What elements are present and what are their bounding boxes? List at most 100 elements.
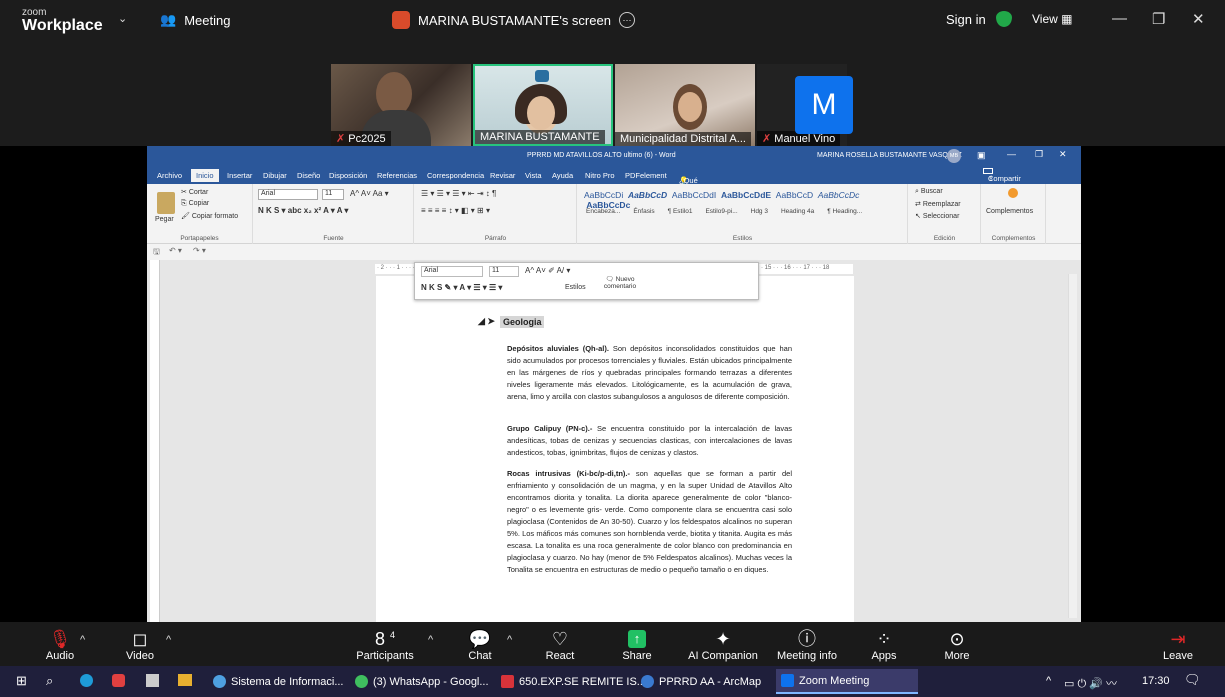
tab-diseno[interactable]: Diseño: [297, 171, 320, 180]
undo-icon[interactable]: ↶ ▾: [169, 246, 182, 255]
meeting-menu[interactable]: 👥 Meeting: [160, 12, 230, 28]
document-page[interactable]: 1.3.5. ASPECTOS FÍSICOS ◢ ➤ Geologia Dep…: [376, 276, 854, 622]
minimize-icon[interactable]: —: [1112, 10, 1127, 27]
paste-icon[interactable]: [157, 192, 175, 214]
view-button[interactable]: View ▦: [1032, 12, 1072, 26]
participants-button[interactable]: 8 4 Participants: [355, 622, 415, 666]
audio-button[interactable]: 🎙 Audio: [40, 622, 80, 666]
mini-style-icons[interactable]: N K S ✎ ▾ A ▾ ☰ ▾ ☰ ▾: [421, 283, 502, 292]
more-button[interactable]: ⊙ More: [937, 622, 977, 666]
taskbar-item[interactable]: Sistema de Informaci...: [208, 669, 349, 694]
share-screen-button[interactable]: ↑ Share: [617, 622, 657, 666]
font-name-select[interactable]: Arial: [258, 189, 318, 200]
share-word-button[interactable]: ⇪ Compartir: [983, 168, 1021, 183]
taskbar-item[interactable]: PPRRD AA - ArcMap: [636, 669, 766, 694]
participant-tile[interactable]: ✗ Pc2025: [331, 64, 471, 146]
clock[interactable]: 17:30: [1142, 675, 1170, 687]
styles-preview[interactable]: AaBbCcDi AaBbCcD AaBbCcDdI AaBbCcDdE AaB…: [584, 190, 907, 210]
select-button[interactable]: ↖ Seleccionar: [915, 212, 959, 220]
chevron-down-icon[interactable]: ⌄: [118, 12, 127, 25]
video-button[interactable]: ◻ Video: [120, 622, 160, 666]
tray-chevron-icon[interactable]: ^: [1046, 675, 1051, 687]
format-painter-button[interactable]: 🖌 Copiar formato: [181, 212, 238, 220]
align-buttons[interactable]: ≡ ≡ ≡ ≡ ↕ ▾ ◧ ▾ ⊞ ▾: [421, 206, 490, 215]
taskbar-item-active[interactable]: Zoom Meeting: [776, 669, 918, 694]
copy-button[interactable]: ⎘ Copiar: [181, 200, 209, 208]
style-item[interactable]: Encabeza...: [586, 208, 620, 215]
participant-tile[interactable]: Municipalidad Distrital A...: [615, 64, 755, 146]
tab-insertar[interactable]: Insertar: [227, 171, 252, 180]
react-button[interactable]: ♡ React: [540, 622, 580, 666]
audio-options-icon[interactable]: ^: [80, 634, 85, 646]
word-restore-icon[interactable]: ❐: [1035, 149, 1043, 160]
replace-button[interactable]: ⇄ Reemplazar: [915, 200, 961, 208]
style-item[interactable]: Heading 4a: [781, 208, 814, 215]
search-icon[interactable]: ⌕: [46, 673, 53, 689]
folder-icon[interactable]: [178, 674, 192, 686]
font-size-select[interactable]: 11: [322, 189, 344, 200]
vivaldi-icon[interactable]: [112, 674, 125, 687]
security-shield-icon[interactable]: [996, 11, 1012, 27]
ai-companion-button[interactable]: ✦ AI Companion: [683, 622, 763, 666]
redo-icon[interactable]: ↷ ▾: [193, 246, 206, 255]
document-scrollbar[interactable]: [1068, 274, 1077, 618]
mini-font-select[interactable]: Arial: [421, 266, 483, 277]
tab-inicio[interactable]: Inicio: [191, 169, 219, 182]
meeting-label: Meeting: [184, 12, 231, 28]
tab-disposicion[interactable]: Disposición: [329, 171, 367, 180]
word-close-icon[interactable]: ✕: [1059, 149, 1067, 160]
find-button[interactable]: ⌕ Buscar: [915, 188, 943, 196]
floating-format-toolbar[interactable]: Arial 11 A^ A˅ ✐ A/ ▾ N K S ✎ ▾ A ▾ ☰ ▾ …: [414, 262, 759, 300]
meeting-info-button[interactable]: ⓘ Meeting info: [772, 622, 842, 666]
video-options-icon[interactable]: ^: [166, 634, 171, 646]
edge-icon[interactable]: [80, 674, 93, 687]
style-item[interactable]: Estilo9-pi...: [705, 208, 737, 215]
apps-button[interactable]: ⁘ Apps: [864, 622, 904, 666]
paste-button[interactable]: Pegar: [155, 216, 174, 223]
tab-referencias[interactable]: Referencias: [377, 171, 417, 180]
cut-button[interactable]: ✂ Cortar: [181, 188, 208, 196]
sign-in-button[interactable]: Sign in: [946, 12, 986, 27]
notes-icon[interactable]: [146, 674, 159, 687]
screen-share-label[interactable]: MARINA BUSTAMANTE's screen ···: [392, 11, 635, 29]
addins-button[interactable]: Complementos: [986, 208, 1033, 215]
tab-revisar[interactable]: Revisar: [490, 171, 515, 180]
chat-options-icon[interactable]: ^: [507, 634, 512, 646]
mini-comment-button[interactable]: 🗨 Nuevo comentario: [595, 275, 645, 290]
tray-icons[interactable]: ▭ ⏻ 🔊 〰: [1064, 675, 1117, 691]
save-icon[interactable]: 🖫: [153, 246, 160, 260]
taskbar-item[interactable]: (3) WhatsApp - Googl...: [350, 669, 494, 694]
more-options-icon[interactable]: ···: [618, 12, 635, 28]
tab-nitro[interactable]: Nitro Pro: [585, 171, 615, 180]
style-item[interactable]: ¶ Heading...: [827, 208, 862, 215]
leave-button[interactable]: ⇥ Leave: [1158, 622, 1198, 666]
list-buttons[interactable]: ☰ ▾ ☰ ▾ ☰ ▾ ⇤ ⇥ ↕ ¶: [421, 189, 496, 198]
windows-start-icon[interactable]: ⊞: [16, 673, 27, 689]
chat-button[interactable]: 💬 Chat: [460, 622, 500, 666]
shared-screen[interactable]: PPRRD MD ATAVILLOS ALTO ultimo (6) - Wor…: [147, 146, 1081, 622]
mini-size-select[interactable]: 11: [489, 266, 519, 277]
close-icon[interactable]: ✕: [1192, 10, 1205, 28]
user-avatar[interactable]: MB: [947, 149, 961, 163]
participants-options-icon[interactable]: ^: [428, 634, 433, 646]
notifications-icon[interactable]: 🗨: [1184, 672, 1201, 688]
style-item[interactable]: Hdg 3: [751, 208, 768, 215]
active-speaker-tile[interactable]: MARINA BUSTAMANTE: [473, 64, 613, 146]
tab-vista[interactable]: Vista: [525, 171, 542, 180]
mini-format-icons[interactable]: A^ A˅ ✐ A/ ▾: [525, 266, 570, 275]
collapse-icon[interactable]: ◢ ➤: [478, 316, 495, 328]
taskbar-item[interactable]: 650.EXP.SE REMITE IS...: [496, 669, 651, 694]
style-item[interactable]: Énfasis: [633, 208, 654, 215]
word-minimize-icon[interactable]: —: [1007, 149, 1016, 159]
mini-styles-button[interactable]: Estilos: [565, 284, 586, 291]
font-grow-icon[interactable]: A^ A˅ Aa ▾: [350, 189, 389, 198]
style-item[interactable]: ¶ Estilo1: [668, 208, 693, 215]
ribbon-display-icon[interactable]: ▣: [977, 150, 986, 161]
tab-archivo[interactable]: Archivo: [157, 171, 182, 180]
tab-pdfelement[interactable]: PDFelement: [625, 171, 667, 180]
tab-correspondencia[interactable]: Correspondencia: [427, 171, 484, 180]
tab-dibujar[interactable]: Dibujar: [263, 171, 287, 180]
tab-ayuda[interactable]: Ayuda: [552, 171, 573, 180]
format-buttons[interactable]: N K S ▾ abc x₂ x² A ▾ A ▾: [258, 206, 348, 215]
restore-icon[interactable]: ❐: [1152, 10, 1165, 28]
